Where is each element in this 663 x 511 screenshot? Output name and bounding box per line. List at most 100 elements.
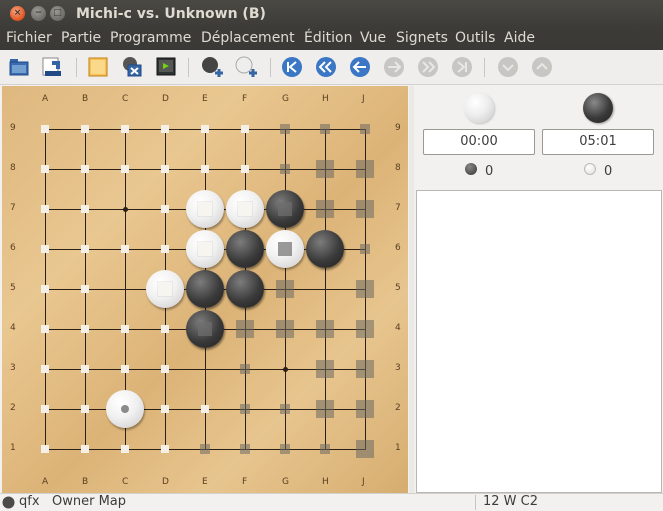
black-captures-icon — [465, 163, 477, 175]
white-territory-marker — [161, 325, 169, 333]
black-territory-marker — [236, 320, 254, 338]
go-first-button[interactable] — [280, 55, 304, 79]
column-label: A — [42, 477, 49, 487]
white-captures: 0 — [485, 164, 494, 179]
white-territory-marker — [41, 205, 49, 213]
row-label: 6 — [395, 243, 401, 253]
white-territory-marker — [81, 365, 89, 373]
black-captures: 0 — [604, 164, 613, 179]
star-point — [123, 207, 128, 212]
add-white-stone-button[interactable] — [234, 55, 258, 79]
white-territory-marker — [161, 125, 169, 133]
new-game-button[interactable] — [86, 55, 110, 79]
black-stone[interactable] — [266, 190, 304, 228]
black-territory-marker — [200, 444, 210, 454]
white-territory-marker — [121, 245, 129, 253]
row-label: 4 — [395, 323, 401, 333]
save-file-button[interactable] — [40, 55, 64, 79]
white-territory-marker — [81, 245, 89, 253]
black-territory-marker — [280, 444, 290, 454]
black-stone[interactable] — [226, 230, 264, 268]
white-territory-marker — [41, 325, 49, 333]
show-output-button[interactable] — [154, 55, 178, 79]
close-game-icon — [123, 57, 142, 77]
white-territory-marker — [201, 405, 209, 413]
go-forward-ten-icon — [418, 57, 438, 77]
go-back-ten-button[interactable] — [314, 55, 338, 79]
row-label: 4 — [10, 323, 16, 333]
column-label: J — [362, 94, 365, 104]
white-stone[interactable] — [226, 190, 264, 228]
white-stone[interactable] — [106, 390, 144, 428]
row-label: 1 — [10, 443, 16, 453]
white-territory-marker — [241, 165, 249, 173]
row-label: 7 — [395, 203, 401, 213]
status-mode: Owner Map — [52, 494, 127, 509]
column-label: H — [322, 94, 329, 104]
white-territory-marker — [161, 365, 169, 373]
go-board[interactable]: A A B B C C D D E E F F G G H H J J 9 9 8 8 7 7 6 6 5 5 4 4 3 3 2 2 1 1 — [2, 86, 408, 493]
go-back-button[interactable] — [348, 55, 372, 79]
territory-marker — [198, 242, 212, 256]
white-territory-marker — [81, 205, 89, 213]
territory-marker — [238, 202, 252, 216]
black-player-stone-icon — [583, 93, 613, 123]
row-label: 5 — [10, 283, 16, 293]
menu-outils[interactable]: Outils — [455, 30, 495, 46]
white-territory-marker — [161, 445, 169, 453]
menu-partie[interactable]: Partie — [61, 30, 101, 46]
minimize-window-button[interactable]: − — [31, 6, 46, 21]
row-label: 3 — [395, 363, 401, 373]
territory-marker — [158, 282, 172, 296]
column-label: J — [362, 477, 365, 487]
status-move-info: 12 W C2 — [483, 494, 539, 509]
black-stone[interactable] — [306, 230, 344, 268]
black-territory-marker — [356, 280, 374, 298]
menu-signets[interactable]: Signets — [396, 30, 448, 46]
open-file-button[interactable] — [7, 55, 31, 79]
column-label: C — [122, 477, 129, 487]
white-territory-marker — [241, 125, 249, 133]
black-territory-marker — [316, 320, 334, 338]
white-territory-marker — [41, 365, 49, 373]
menu-deplacement[interactable]: Déplacement — [201, 30, 295, 46]
white-stone[interactable] — [146, 270, 184, 308]
black-territory-marker — [316, 160, 334, 178]
white-territory-marker — [121, 365, 129, 373]
comment-area[interactable] — [416, 190, 662, 493]
row-label: 1 — [395, 443, 401, 453]
white-stone[interactable] — [266, 230, 304, 268]
white-stone[interactable] — [186, 190, 224, 228]
go-back-icon — [350, 57, 370, 77]
menu-fichier[interactable]: Fichier — [6, 30, 52, 46]
row-label: 2 — [10, 403, 16, 413]
black-stone[interactable] — [226, 270, 264, 308]
black-territory-marker — [356, 160, 374, 178]
black-territory-marker — [356, 440, 374, 458]
add-black-stone-button[interactable] — [200, 55, 224, 79]
white-territory-marker — [161, 405, 169, 413]
dead-stone-marker — [198, 322, 212, 336]
save-file-icon — [42, 57, 61, 76]
menu-edition[interactable]: Édition — [304, 30, 352, 46]
close-window-button[interactable]: × — [10, 6, 25, 21]
black-territory-marker — [280, 164, 290, 174]
window-title: Michi-c vs. Unknown (B) — [76, 6, 266, 22]
black-territory-marker — [356, 320, 374, 338]
white-stone[interactable] — [186, 230, 224, 268]
black-stone[interactable] — [186, 310, 224, 348]
go-last-button — [450, 55, 474, 79]
black-territory-marker — [316, 400, 334, 418]
menu-bar: Fichier Partie Programme Déplacement Édi… — [0, 28, 663, 50]
maximize-window-button[interactable]: □ — [50, 6, 65, 21]
black-territory-marker — [356, 200, 374, 218]
toolbar — [0, 50, 663, 85]
menu-vue[interactable]: Vue — [360, 30, 386, 46]
column-label: D — [162, 94, 169, 104]
close-game-button[interactable] — [120, 55, 144, 79]
black-stone[interactable] — [186, 270, 224, 308]
open-file-icon — [9, 59, 29, 76]
go-first-icon — [282, 57, 302, 77]
menu-programme[interactable]: Programme — [110, 30, 191, 46]
menu-aide[interactable]: Aide — [504, 30, 535, 46]
